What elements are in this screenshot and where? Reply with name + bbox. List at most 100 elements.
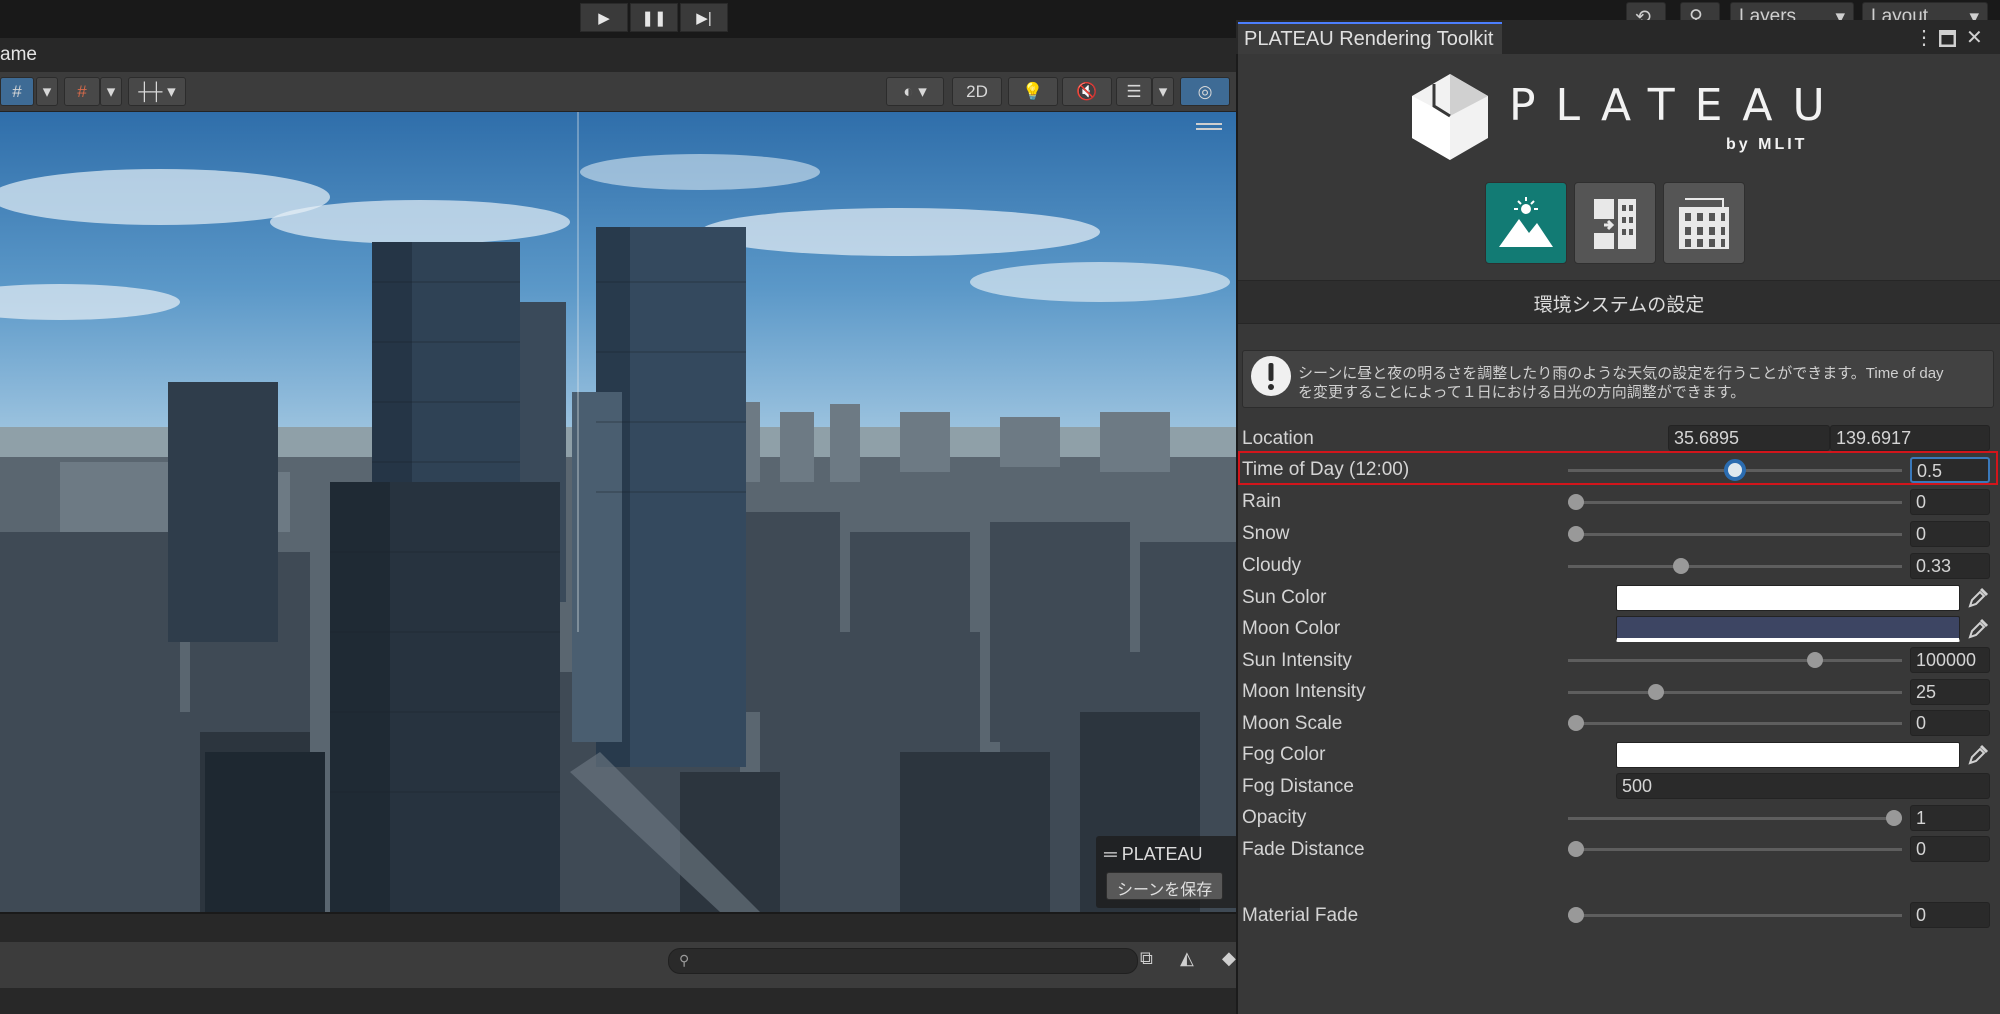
- building-texture-icon: [1594, 199, 1636, 249]
- sun-color-label: Sun Color: [1242, 587, 1327, 608]
- material-fade-label: Material Fade: [1242, 905, 1359, 926]
- favorites-icon[interactable]: ⧉: [1140, 948, 1153, 969]
- help-text-line-2: を変更することによって１日における日光の方向調整ができます。: [1298, 384, 1746, 401]
- effects-toggle[interactable]: ☰: [1116, 77, 1152, 106]
- grid-snap-dropdown[interactable]: ▾: [36, 77, 58, 106]
- fog-color-field[interactable]: [1616, 742, 1960, 768]
- sun-intensity-value[interactable]: 100000: [1910, 647, 1990, 673]
- fade-distance-value[interactable]: 0: [1910, 836, 1990, 862]
- latitude-field[interactable]: 35.6895: [1668, 425, 1830, 451]
- fog-color-label: Fog Color: [1242, 744, 1326, 765]
- mode-2d-label: 2D: [966, 81, 988, 101]
- material-fade-value[interactable]: 0: [1910, 902, 1990, 928]
- moon-intensity-slider-thumb[interactable]: [1647, 684, 1664, 700]
- grid-visibility-button[interactable]: ┼┼ ▾: [128, 77, 186, 106]
- mode-2d-button[interactable]: 2D: [952, 77, 1002, 106]
- texture-category-button[interactable]: [1574, 182, 1656, 264]
- moon-scale-value[interactable]: 0: [1910, 710, 1990, 736]
- fog-distance-value[interactable]: 500: [1616, 773, 1990, 799]
- moon-intensity-slider[interactable]: [1568, 691, 1902, 694]
- status-bar: [0, 988, 1236, 1014]
- material-fade-slider[interactable]: [1568, 914, 1902, 917]
- tab-game[interactable]: ame: [0, 44, 37, 66]
- project-search-input[interactable]: ⚲: [668, 948, 1138, 974]
- time-of-day-value[interactable]: 0.5: [1910, 457, 1990, 483]
- shading-icon: ◐ ▾: [903, 81, 927, 101]
- time-of-day-slider-thumb[interactable]: [1724, 459, 1746, 481]
- rain-slider[interactable]: [1568, 501, 1902, 504]
- cloudy-slider-thumb[interactable]: [1672, 558, 1689, 574]
- cloudy-slider[interactable]: [1568, 565, 1902, 568]
- plateau-logo-mark: [1412, 74, 1488, 160]
- logo-tagline: by MLIT: [1726, 136, 1808, 153]
- increment-snap-button[interactable]: #: [64, 77, 100, 106]
- draw-mode-button[interactable]: ◐ ▾: [886, 77, 944, 106]
- opacity-slider[interactable]: [1568, 817, 1902, 820]
- buildings-category-button[interactable]: [1663, 182, 1745, 264]
- ruler-icon: ┼┼ ▾: [138, 81, 176, 101]
- opacity-label: Opacity: [1242, 807, 1307, 828]
- time-of-day-label: Time of Day (12:00): [1242, 459, 1410, 480]
- snow-slider-thumb[interactable]: [1568, 526, 1584, 542]
- snow-slider[interactable]: [1568, 533, 1902, 536]
- drag-handle-icon[interactable]: ═: [1104, 844, 1122, 864]
- snow-label: Snow: [1242, 523, 1290, 544]
- location-label: Location: [1242, 428, 1314, 449]
- panel-title: PLATEAU Rendering Toolkit: [1244, 28, 1494, 50]
- plateau-toolkit-panel: [1236, 20, 2000, 1014]
- sun-intensity-slider-thumb[interactable]: [1806, 652, 1823, 668]
- increment-snap-dropdown[interactable]: ▾: [100, 77, 122, 106]
- maximize-icon[interactable]: 🗖: [1938, 25, 1957, 59]
- fade-distance-slider-thumb[interactable]: [1568, 841, 1584, 857]
- snow-value[interactable]: 0: [1910, 521, 1990, 547]
- fade-distance-label: Fade Distance: [1242, 839, 1365, 860]
- rain-slider-thumb[interactable]: [1568, 494, 1584, 510]
- logo-wordmark: PLATEAU: [1509, 80, 1845, 131]
- sun-intensity-label: Sun Intensity: [1242, 650, 1352, 671]
- eyedropper-icon[interactable]: [1966, 743, 1990, 767]
- material-fade-slider-thumb[interactable]: [1568, 907, 1584, 923]
- sun-mountain-icon: [1499, 197, 1553, 247]
- buildings-icon: [1679, 198, 1729, 249]
- section-title: 環境システムの設定: [1533, 295, 1705, 316]
- close-icon[interactable]: ✕: [1966, 25, 1983, 50]
- longitude-field[interactable]: 139.6917: [1830, 425, 1990, 451]
- opacity-value[interactable]: 1: [1910, 805, 1990, 831]
- filter-type-icon[interactable]: ◭: [1180, 948, 1194, 969]
- grid-snap-button[interactable]: #: [0, 77, 34, 106]
- cloudy-value[interactable]: 0.33: [1910, 553, 1990, 579]
- plateau-logo: PLATEAU by MLIT: [1404, 66, 1825, 166]
- sun-color-field[interactable]: [1616, 585, 1960, 611]
- moon-intensity-value[interactable]: 25: [1910, 679, 1990, 705]
- chevron-down-icon: ▾: [42, 81, 52, 101]
- effects-dropdown[interactable]: ▾: [1152, 77, 1174, 106]
- moon-scale-slider-thumb[interactable]: [1568, 715, 1584, 731]
- bottom-tab-bar: [0, 912, 1236, 942]
- moon-color-field[interactable]: [1616, 616, 1960, 642]
- audio-toggle[interactable]: 🔇: [1062, 77, 1112, 106]
- moon-color-label: Moon Color: [1242, 618, 1341, 639]
- chevron-down-icon: ▾: [1158, 81, 1168, 101]
- fade-distance-slider[interactable]: [1568, 848, 1902, 851]
- sun-intensity-slider[interactable]: [1568, 659, 1902, 662]
- environment-category-button[interactable]: [1485, 182, 1567, 264]
- step-button[interactable]: ▶|: [680, 3, 728, 32]
- pause-button[interactable]: ❚❚: [630, 3, 678, 32]
- mute-icon: 🔇: [1076, 81, 1098, 101]
- more-options-icon[interactable]: ⋮: [1914, 25, 1934, 50]
- cloudy-label: Cloudy: [1242, 555, 1302, 576]
- label-icon[interactable]: ◆: [1222, 948, 1236, 969]
- scene-toolbar: # ▾ # ▾ ┼┼ ▾ ◐ ▾ 2D 💡 🔇 ☰ ▾ ◎: [0, 72, 1236, 112]
- save-scene-button[interactable]: シーンを保存: [1106, 872, 1224, 900]
- eyedropper-icon[interactable]: [1966, 586, 1990, 610]
- play-button[interactable]: ▶: [580, 3, 628, 32]
- scene-viewport[interactable]: ═ PLATEAU シーンを保存: [0, 112, 1236, 912]
- eyedropper-icon[interactable]: [1966, 617, 1990, 641]
- opacity-slider-thumb[interactable]: [1886, 810, 1902, 826]
- lighting-toggle[interactable]: 💡: [1008, 77, 1058, 106]
- rain-label: Rain: [1242, 491, 1282, 512]
- fog-distance-label: Fog Distance: [1242, 776, 1354, 797]
- hidden-objects-toggle[interactable]: ◎: [1180, 77, 1230, 106]
- rain-value[interactable]: 0: [1910, 489, 1990, 515]
- moon-scale-slider[interactable]: [1568, 722, 1902, 725]
